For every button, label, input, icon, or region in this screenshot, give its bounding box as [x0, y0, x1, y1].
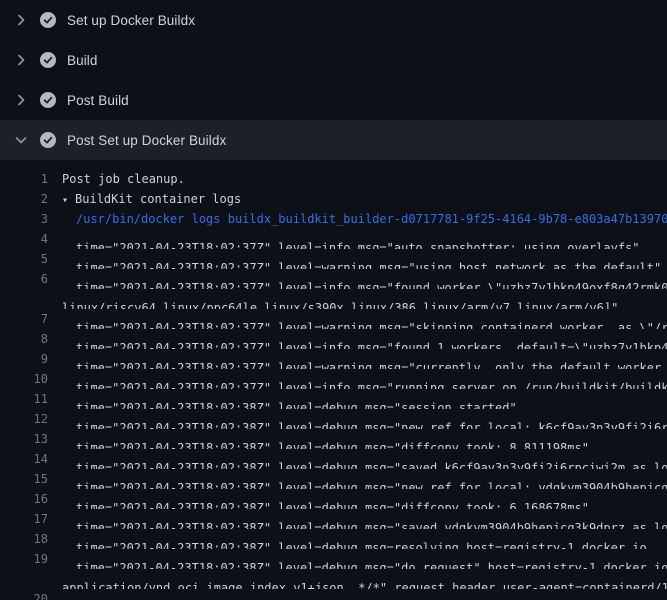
line-text: time="2021-04-23T18:02:38Z" level=debug …: [76, 409, 667, 429]
log-line-2: 2 ▾ BuildKit container logs: [0, 189, 667, 209]
line-text: time="2021-04-23T18:02:38Z" level=debug …: [76, 389, 667, 409]
line-number[interactable]: 15: [0, 469, 48, 489]
line-text: application/vnd.oci.image.index.v1+json,…: [62, 569, 667, 589]
log-line-20: 20 time="2021-04-23T18:02:38Z" level=debu…: [0, 589, 667, 600]
line-number[interactable]: 13: [0, 429, 48, 449]
log-panel: 1 Post job cleanup. 2 ▾ BuildKit container l…: [0, 160, 667, 600]
log-line-4: 4 time="2021-04-23T18:02:37Z" level=info …: [0, 229, 667, 249]
line-number[interactable]: 20: [0, 589, 48, 600]
line-number[interactable]: 1: [0, 169, 48, 189]
log-line-5: 5 time="2021-04-23T18:02:37Z" level=warni…: [0, 249, 667, 269]
line-text: time="2021-04-23T18:02:37Z" level=warnin…: [76, 309, 667, 329]
line-number[interactable]: 7: [0, 309, 48, 329]
log-line-12: 12 time="2021-04-23T18:02:38Z" level=debu…: [0, 409, 667, 429]
line-number[interactable]: 19: [0, 549, 48, 569]
log-line-15: 15 time="2021-04-23T18:02:38Z" level=debu…: [0, 469, 667, 489]
line-number[interactable]: 4: [0, 229, 48, 249]
line-number[interactable]: 17: [0, 509, 48, 529]
step-title: Post Build: [67, 93, 129, 108]
actions-log-viewer: Set up Docker Buildx Build Post Build Post …: [0, 0, 667, 600]
step-title: Build: [67, 53, 98, 68]
line-text[interactable]: ▾ BuildKit container logs: [62, 189, 241, 209]
log-line-1: 1 Post job cleanup.: [0, 169, 667, 189]
step-title: Set up Docker Buildx: [67, 13, 195, 28]
line-number[interactable]: 9: [0, 349, 48, 369]
line-text: time="2021-04-23T18:02:38Z" level=debug …: [76, 589, 667, 600]
line-number[interactable]: 14: [0, 449, 48, 469]
line-number[interactable]: 3: [0, 209, 48, 229]
line-text: time="2021-04-23T18:02:38Z" level=debug …: [76, 549, 667, 569]
step-header-set-up-docker-buildx[interactable]: Set up Docker Buildx: [0, 0, 667, 40]
chevron-down-icon[interactable]: [13, 132, 29, 148]
step-title: Post Set up Docker Buildx: [67, 133, 226, 148]
chevron-right-icon[interactable]: [13, 52, 29, 68]
check-circle-icon: [40, 132, 56, 148]
line-text: Post job cleanup.: [62, 169, 185, 189]
line-number[interactable]: 6: [0, 269, 48, 289]
step-header-build[interactable]: Build: [0, 40, 667, 80]
log-line-9: 9 time="2021-04-23T18:02:37Z" level=warni…: [0, 349, 667, 369]
chevron-right-icon[interactable]: [13, 92, 29, 108]
line-text: time="2021-04-23T18:02:37Z" level=warnin…: [76, 349, 667, 369]
log-line-16: 16 time="2021-04-23T18:02:38Z" level=debu…: [0, 489, 667, 509]
log-line-7: 7 time="2021-04-23T18:02:37Z" level=warni…: [0, 309, 667, 329]
log-line-8: 8 time="2021-04-23T18:02:37Z" level=info …: [0, 329, 667, 349]
line-number[interactable]: 10: [0, 369, 48, 389]
group-title: BuildKit container logs: [75, 192, 241, 206]
group-collapse-triangle-icon[interactable]: ▾: [62, 195, 68, 206]
line-text: /usr/bin/docker logs buildx_buildkit_bui…: [76, 209, 667, 229]
line-number: [0, 289, 48, 309]
line-number[interactable]: 12: [0, 409, 48, 429]
log-line-17: 17 time="2021-04-23T18:02:38Z" level=debu…: [0, 509, 667, 529]
line-number[interactable]: 8: [0, 329, 48, 349]
line-text: time="2021-04-23T18:02:38Z" level=debug …: [76, 509, 667, 529]
line-number[interactable]: 2: [0, 189, 48, 209]
line-text: time="2021-04-23T18:02:38Z" level=debug …: [76, 449, 667, 469]
log-line-6: 6 time="2021-04-23T18:02:37Z" level=info …: [0, 269, 667, 289]
log-line-continuation: application/vnd.oci.image.index.v1+json,…: [0, 569, 667, 589]
log-line-19: 19 time="2021-04-23T18:02:38Z" level=debu…: [0, 549, 667, 569]
line-number[interactable]: 18: [0, 529, 48, 549]
line-text: time="2021-04-23T18:02:37Z" level=info m…: [76, 329, 667, 349]
line-text: time="2021-04-23T18:02:37Z" level=warnin…: [76, 249, 667, 269]
chevron-right-icon[interactable]: [13, 12, 29, 28]
line-text: time="2021-04-23T18:02:37Z" level=info m…: [76, 369, 667, 389]
line-number: [0, 569, 48, 589]
check-circle-icon: [40, 12, 56, 28]
line-text: linux/riscv64 linux/ppc64le linux/s390x …: [62, 289, 667, 309]
line-number[interactable]: 5: [0, 249, 48, 269]
log-line-11: 11 time="2021-04-23T18:02:38Z" level=debu…: [0, 389, 667, 409]
line-text: time="2021-04-23T18:02:38Z" level=debug …: [76, 469, 667, 489]
log-line-continuation: linux/riscv64 linux/ppc64le linux/s390x …: [0, 289, 667, 309]
check-circle-icon: [40, 92, 56, 108]
log-line-18: 18 time="2021-04-23T18:02:38Z" level=debu…: [0, 529, 667, 549]
log-line-3: 3/usr/bin/docker logs buildx_buildkit_bu…: [0, 209, 667, 229]
steps-list: Set up Docker Buildx Build Post Build Post …: [0, 0, 667, 600]
log-line-10: 10 time="2021-04-23T18:02:37Z" level=info…: [0, 369, 667, 389]
line-text: time="2021-04-23T18:02:37Z" level=info m…: [76, 229, 667, 249]
log-line-13: 13 time="2021-04-23T18:02:38Z" level=debu…: [0, 429, 667, 449]
line-text: time="2021-04-23T18:02:37Z" level=info m…: [76, 269, 667, 289]
step-header-post-build[interactable]: Post Build: [0, 80, 667, 120]
line-text: time="2021-04-23T18:02:38Z" level=debug …: [76, 529, 667, 549]
line-text: time="2021-04-23T18:02:38Z" level=debug …: [76, 489, 667, 509]
step-header-post-set-up-docker-buildx[interactable]: Post Set up Docker Buildx: [0, 120, 667, 160]
log-line-14: 14 time="2021-04-23T18:02:38Z" level=debu…: [0, 449, 667, 469]
line-number[interactable]: 16: [0, 489, 48, 509]
check-circle-icon: [40, 52, 56, 68]
line-number[interactable]: 11: [0, 389, 48, 409]
line-text: time="2021-04-23T18:02:38Z" level=debug …: [76, 429, 667, 449]
